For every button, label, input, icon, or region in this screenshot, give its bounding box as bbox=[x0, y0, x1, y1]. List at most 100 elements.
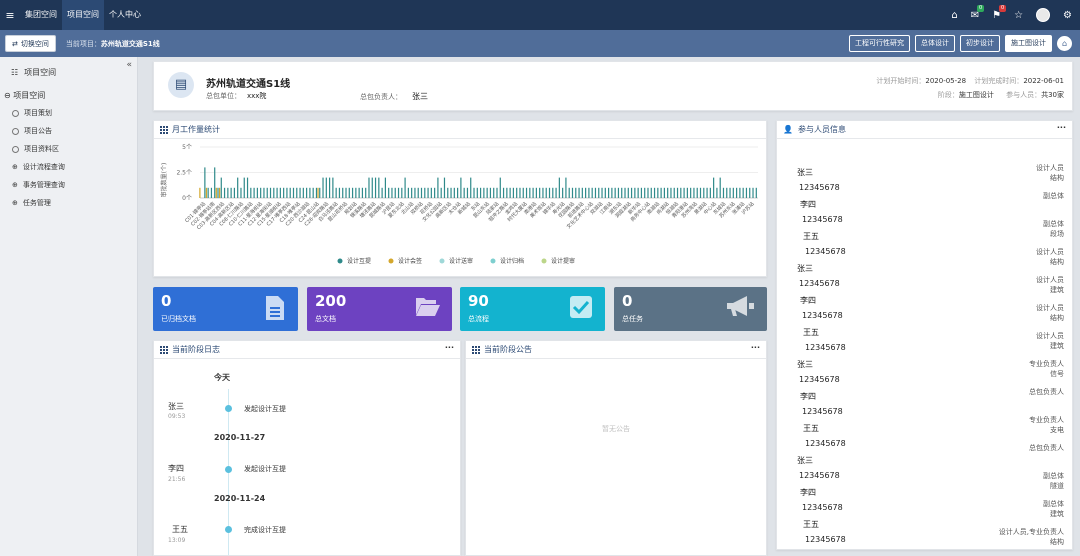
plan-start-value: 2020-05-28 bbox=[925, 77, 967, 85]
bar-设计互提 bbox=[621, 187, 623, 198]
avatar[interactable] bbox=[1036, 8, 1051, 22]
bar-设计互提 bbox=[565, 177, 567, 198]
bar-设计互提 bbox=[299, 187, 301, 198]
project-title: 苏州轨道交通S1线 bbox=[206, 79, 291, 90]
stat-documents[interactable]: 200 总文档 bbox=[307, 287, 452, 331]
stat-flows[interactable]: 90 总流程 bbox=[460, 287, 605, 331]
bar-设计互提 bbox=[384, 177, 386, 198]
phase-overall-button[interactable]: 总体设计 bbox=[915, 35, 955, 52]
bar-设计互提 bbox=[755, 187, 757, 198]
bar-设计互提 bbox=[210, 187, 213, 198]
star-icon[interactable]: ☆ bbox=[1014, 10, 1023, 21]
member-phone: 12345678 bbox=[805, 343, 846, 352]
settings-icon[interactable]: ⚙ bbox=[1063, 10, 1072, 21]
bar-设计互提 bbox=[555, 187, 557, 198]
member-role: 总包负责人 bbox=[1029, 388, 1064, 396]
member-role: 设计人员 建筑 bbox=[1036, 332, 1064, 350]
bar-设计互提 bbox=[306, 187, 308, 198]
bar-设计互提 bbox=[325, 177, 327, 198]
stat-archived[interactable]: 0 已归档文档 bbox=[153, 287, 298, 331]
bar-设计互提 bbox=[338, 187, 341, 198]
legend-label: 设计归档 bbox=[500, 257, 524, 265]
sidebar-item-design-flow[interactable]: ⊕ 设计流程查询 bbox=[0, 158, 137, 176]
bar-设计互提 bbox=[355, 187, 357, 198]
bar-设计互提 bbox=[214, 167, 216, 198]
stat-tasks[interactable]: 0 总任务 bbox=[614, 287, 767, 331]
chart-panel-title: 月工作量统计 bbox=[172, 125, 220, 134]
current-project-prefix: 当前项目： bbox=[65, 39, 101, 48]
bar-设计互提 bbox=[371, 177, 373, 198]
workload-bar-chart: 审批数量(个)5个2.5个0个C01·锦亭站C02·锦亭站南C03·高新区西站C… bbox=[160, 144, 758, 265]
member-role: 设计人员 结构 bbox=[1036, 248, 1064, 266]
member-name: 张三 bbox=[797, 360, 813, 369]
bar-设计互提 bbox=[522, 187, 524, 198]
notice-panel-header: 当前阶段公告 ··· bbox=[466, 341, 766, 359]
bar-设计互提 bbox=[358, 187, 360, 198]
bar-设计互提 bbox=[401, 187, 403, 198]
bar-设计互提 bbox=[476, 187, 478, 198]
more-icon[interactable]: ··· bbox=[445, 343, 454, 352]
bar-设计互提 bbox=[407, 187, 409, 198]
sidebar-item-affairs[interactable]: ⊕ 事务管理查询 bbox=[0, 176, 137, 194]
bar-设计互提 bbox=[634, 187, 636, 198]
phase-construction-button[interactable]: 施工图设计 bbox=[1005, 35, 1052, 52]
bar-设计互提 bbox=[351, 187, 354, 198]
user-icon: 👤 bbox=[783, 125, 793, 134]
timeline-dot bbox=[225, 466, 232, 473]
bar-设计互提 bbox=[276, 187, 278, 198]
home-circle-icon[interactable]: ⌂ bbox=[1057, 36, 1072, 51]
sidebar-item-planning[interactable]: 项目策划 bbox=[0, 104, 137, 122]
sidebar-item-announcement[interactable]: 项目公告 bbox=[0, 122, 137, 140]
switch-space-button[interactable]: ⇄ 切换空间 bbox=[5, 35, 56, 52]
member-phone: 12345678 bbox=[799, 279, 840, 288]
member-role: 设计人员 建筑 bbox=[1036, 276, 1064, 294]
flag-icon[interactable]: ⚑ 0 bbox=[992, 4, 1007, 21]
bar-设计互提 bbox=[690, 187, 692, 198]
sidebar-item-tasks[interactable]: ⊕ 任务管理 bbox=[0, 194, 137, 212]
project-info-panel: ▤ 苏州轨道交通S1线 总包单位： xxx院 总包负责人： 张三 计划开始时间：20… bbox=[153, 61, 1073, 111]
plan-end-value: 2022-06-01 bbox=[1023, 77, 1064, 85]
leader-label: 总包负责人： bbox=[360, 93, 402, 101]
sidebar-group-label: 项目空间 bbox=[13, 91, 46, 100]
phase-feasibility-button[interactable]: 工程可行性研究 bbox=[849, 35, 910, 52]
plus-circle-icon: ⊕ bbox=[12, 181, 18, 189]
bar-设计互提 bbox=[289, 187, 291, 198]
collapse-icon[interactable]: « bbox=[126, 60, 132, 70]
member-phone: 12345678 bbox=[802, 311, 843, 320]
stage-label: 阶段： bbox=[937, 91, 959, 99]
bar-设计互提 bbox=[420, 187, 423, 198]
bar-设计互提 bbox=[463, 187, 465, 198]
bar-设计互提 bbox=[594, 187, 597, 198]
sidebar-group-project[interactable]: ⊖ 项目空间 bbox=[0, 87, 137, 104]
timeline-date: 2020-11-27 bbox=[214, 433, 266, 442]
phase-preliminary-button[interactable]: 初步设计 bbox=[960, 35, 1000, 52]
bar-设计互提 bbox=[263, 187, 265, 198]
bar-设计会签 bbox=[199, 187, 201, 198]
sidebar: ☷ 项目空间 « ⊖ 项目空间 项目策划 项目公告 项目资料区 ⊕ 设计流程查询 ⊕ 事… bbox=[0, 57, 138, 556]
hamburger-menu-icon[interactable]: ≡ bbox=[0, 9, 20, 22]
timeline-name: 王五 bbox=[172, 525, 188, 534]
bar-设计互提 bbox=[414, 187, 416, 198]
member-phone: 12345678 bbox=[802, 407, 843, 416]
bar-设计互提 bbox=[575, 187, 577, 198]
sidebar-item-label: 任务管理 bbox=[22, 199, 51, 207]
more-icon[interactable]: ··· bbox=[1057, 123, 1066, 132]
mail-icon[interactable]: ✉ 0 bbox=[971, 4, 985, 21]
timeline-text: 发起设计互提 bbox=[244, 465, 286, 473]
empty-notice-text: 暂无公告 bbox=[602, 425, 630, 433]
member-phone: 12345678 bbox=[805, 247, 846, 256]
member-name: 张三 bbox=[797, 264, 813, 273]
unit-label: 总包单位： bbox=[206, 92, 241, 100]
sidebar-item-documents[interactable]: 项目资料区 bbox=[0, 140, 137, 158]
nav-project-space[interactable]: 项目空间 bbox=[62, 0, 104, 30]
home-icon[interactable]: ⌂ bbox=[951, 10, 957, 21]
bar-设计互提 bbox=[246, 177, 249, 198]
nav-group-space[interactable]: 集团空间 bbox=[20, 0, 62, 30]
bar-设计互提 bbox=[466, 187, 469, 198]
legend-marker bbox=[490, 258, 496, 264]
bar-设计互提 bbox=[250, 187, 252, 198]
bar-设计互提 bbox=[496, 187, 498, 198]
more-icon[interactable]: ··· bbox=[751, 343, 760, 352]
nav-personal-center[interactable]: 个人中心 bbox=[104, 0, 146, 30]
bar-设计互提 bbox=[424, 187, 426, 198]
